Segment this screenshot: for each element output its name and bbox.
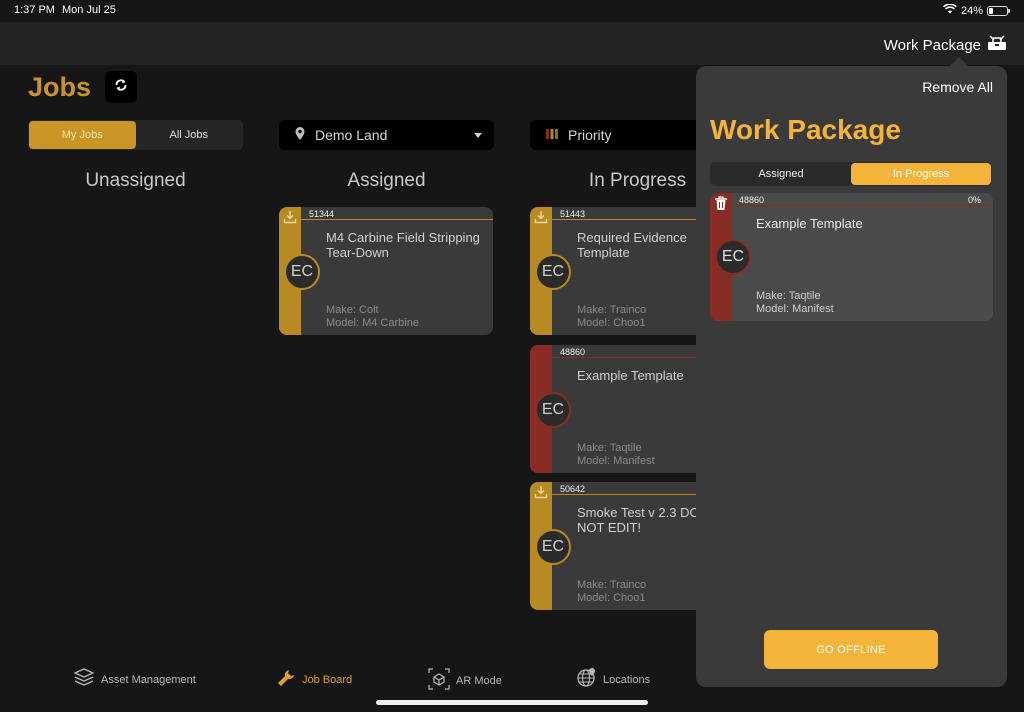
job-number: 48860 [560, 347, 586, 357]
battery-percent: 24% [960, 4, 983, 17]
column-title-unassigned: Unassigned [85, 170, 186, 191]
avatar: EC [535, 529, 571, 565]
work-package-segment-control: Assigned In Progress [710, 162, 992, 186]
tab-label: Asset Management [101, 673, 196, 686]
jobs-segment-control: My Jobs All Jobs [28, 120, 243, 150]
status-time: 1:37 PM [14, 4, 55, 16]
tab-label: Locations [603, 673, 651, 686]
download-icon[interactable] [283, 210, 297, 229]
job-number: 51443 [560, 209, 586, 219]
page-title: Jobs [28, 72, 92, 102]
job-make-model: Make: Trainco Model: Choo1 [577, 304, 646, 330]
work-package-label: Work Package [883, 36, 981, 54]
tab-ar-mode[interactable]: AR Mode [428, 668, 502, 693]
job-title: M4 Carbine Field Stripping Tear-Down [326, 230, 493, 260]
job-model: Model: Manifest [577, 455, 655, 467]
tab-label: Job Board [302, 673, 353, 686]
battery-icon [987, 5, 1010, 16]
job-model: Model: M4 Carbine [326, 317, 419, 329]
job-make: Make: Colt [326, 304, 379, 316]
work-package-button[interactable]: Work Package [884, 34, 1008, 56]
tab-label: AR Mode [456, 674, 502, 687]
tab-job-board[interactable]: Job Board [276, 668, 352, 691]
column-title-assigned: Assigned [347, 170, 426, 191]
job-make: Make: Trainco [577, 304, 647, 316]
job-title: Example Template [756, 216, 863, 231]
job-model: Model: Choo1 [577, 592, 646, 604]
work-package-title: Work Package [710, 114, 901, 145]
avatar: EC [715, 239, 751, 275]
popover-arrow [950, 57, 968, 66]
avatar: EC [535, 392, 571, 428]
tab-locations[interactable]: Locations [577, 668, 650, 691]
job-number: 48860 [739, 195, 765, 205]
job-make: Make: Taqtile [756, 290, 821, 302]
location-dropdown[interactable]: Demo Land [279, 120, 494, 150]
download-icon[interactable] [534, 485, 548, 504]
job-make-model: Make: Taqtile Model: Manifest [756, 290, 834, 316]
avatar: EC [535, 254, 571, 290]
toolbox-icon [986, 34, 1008, 56]
go-offline-button[interactable]: GO OFFLINE [764, 630, 938, 669]
layers-icon [73, 668, 95, 691]
segment-in-progress[interactable]: In Progress [851, 163, 991, 185]
avatar: EC [284, 254, 320, 290]
job-make: Make: Trainco [577, 579, 647, 591]
segment-assigned[interactable]: Assigned [711, 163, 851, 185]
segment-all-jobs[interactable]: All Jobs [136, 121, 243, 149]
trash-icon[interactable] [714, 196, 728, 216]
wrench-icon [276, 668, 296, 691]
status-date: Mon Jul 25 [62, 4, 116, 16]
sort-dropdown[interactable]: Priority [530, 120, 710, 150]
download-icon[interactable] [534, 210, 548, 229]
location-pin-icon [295, 127, 305, 143]
job-make-model: Make: Taqtile Model: Manifest [577, 442, 655, 468]
status-right: 24% [943, 3, 1010, 17]
job-number: 51344 [309, 209, 335, 219]
refresh-button[interactable] [105, 71, 137, 103]
location-value: Demo Land [315, 127, 388, 143]
job-progress: 0% [967, 195, 981, 205]
card-top-line [301, 219, 493, 220]
work-package-panel: Remove All Work Package Assigned In Prog… [696, 66, 1007, 687]
nav-bar: Work Package [0, 22, 1024, 65]
chevron-down-icon [474, 133, 482, 138]
status-bar: 1:37 PM Mon Jul 25 24% [0, 0, 1024, 22]
refresh-icon [113, 77, 129, 98]
job-make-model: Make: Trainco Model: Choo1 [577, 579, 646, 605]
job-title-line: Tear-Down [326, 245, 389, 260]
job-make: Make: Taqtile [577, 442, 642, 454]
work-package-card[interactable]: 48860 0% Example Template EC Make: Taqti… [710, 193, 993, 321]
remove-all-button[interactable]: Remove All [922, 79, 993, 95]
job-number: 50642 [560, 484, 586, 494]
job-model: Model: Manifest [756, 303, 834, 315]
segment-my-jobs[interactable]: My Jobs [29, 121, 136, 149]
job-card[interactable]: 51344 M4 Carbine Field Stripping Tear-Dow… [279, 207, 493, 335]
wifi-icon [943, 3, 957, 17]
job-title-line: M4 Carbine Field Stripping [326, 230, 480, 245]
battery-level [989, 7, 994, 14]
job-make-model: Make: Colt Model: M4 Carbine [326, 304, 419, 330]
tab-asset-management[interactable]: Asset Management [73, 668, 196, 691]
globe-pin-icon [577, 668, 597, 691]
home-indicator [376, 700, 648, 705]
priority-bars-icon [546, 127, 558, 143]
ar-cube-icon [428, 668, 450, 693]
sort-value: Priority [568, 127, 612, 143]
card-top-line [732, 205, 993, 206]
job-model: Model: Choo1 [577, 317, 646, 329]
